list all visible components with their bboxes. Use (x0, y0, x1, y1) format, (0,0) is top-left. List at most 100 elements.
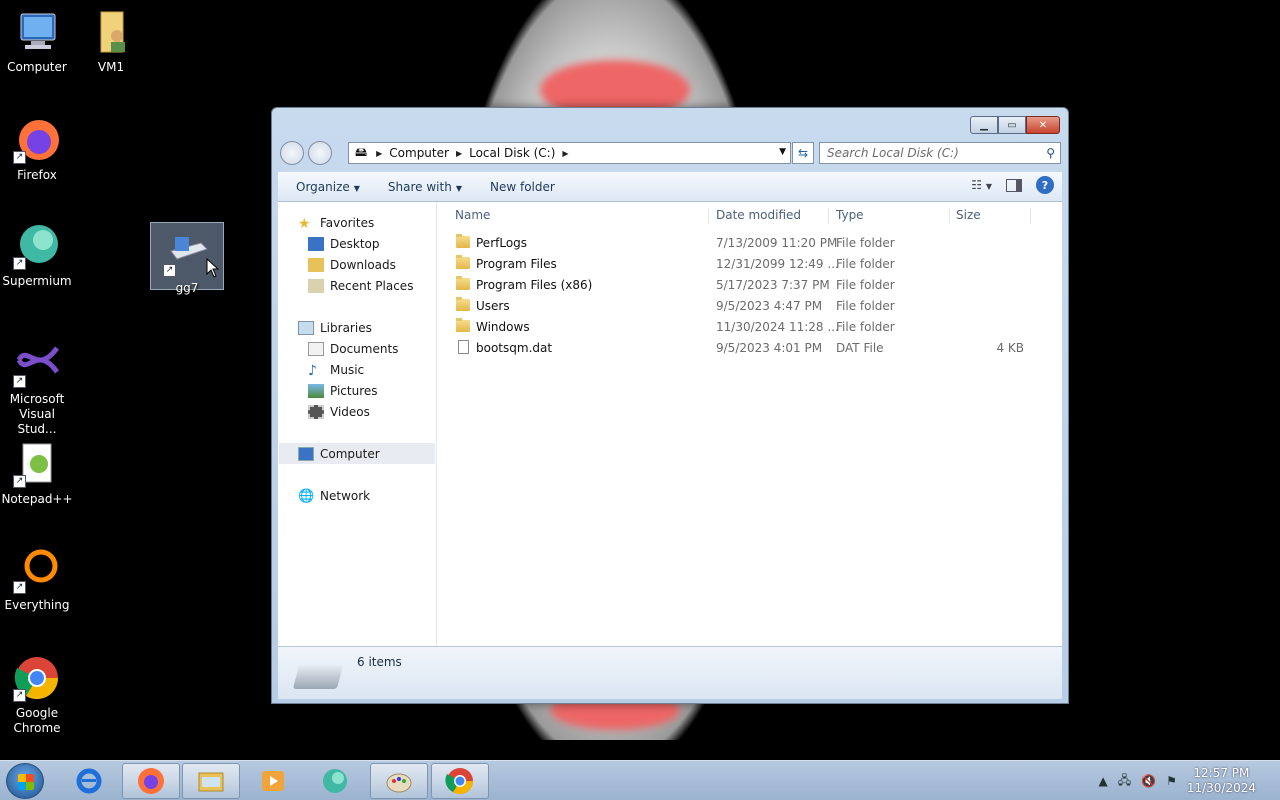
show-hidden-icons-icon[interactable]: ▲ (1098, 774, 1107, 788)
nav-desktop[interactable]: Desktop (308, 233, 380, 254)
nav-videos[interactable]: Videos (308, 401, 370, 422)
organize-button[interactable]: Organize ▼ (278, 180, 374, 194)
nav-network[interactable]: 🌐 Network (298, 485, 370, 506)
folder-icon (456, 255, 470, 269)
visual-studio-icon: ↗ (13, 340, 61, 388)
folder-icon (456, 234, 470, 248)
back-button[interactable] (280, 141, 304, 165)
action-center-flag-icon[interactable]: ⚑ (1166, 774, 1177, 788)
file-row[interactable]: Users 9/5/2023 4:47 PM File folder (437, 296, 1062, 317)
desktop-icon-chrome[interactable]: ↗ Google Chrome (0, 654, 74, 736)
desktop-icon-gg7[interactable]: ↗ gg7 (150, 222, 224, 295)
taskbar-media-player[interactable] (244, 763, 302, 799)
file-type: DAT File (836, 341, 884, 355)
clock-time: 12:57 PM (1193, 766, 1250, 780)
nav-downloads[interactable]: Downloads (308, 254, 396, 275)
column-header-type[interactable]: Type (836, 204, 864, 226)
drive-shortcut-icon: ↗ (163, 229, 211, 277)
desktop-icon (308, 236, 324, 251)
breadcrumb-computer[interactable]: Computer (385, 146, 453, 160)
libraries-icon (298, 320, 314, 335)
everything-icon: ↗ (13, 546, 61, 594)
share-with-button[interactable]: Share with ▼ (374, 180, 476, 194)
taskbar-supermium[interactable] (306, 763, 364, 799)
documents-icon (308, 341, 324, 356)
navigation-pane: ★ Favorites Desktop Downloads Recent Plac… (278, 202, 437, 646)
file-row[interactable]: Program Files 12/31/2099 12:49 ... File fo… (437, 254, 1062, 275)
search-icon[interactable]: ⚲ (1046, 146, 1055, 160)
nav-documents[interactable]: Documents (308, 338, 398, 359)
file-row[interactable]: bootsqm.dat 9/5/2023 4:01 PM DAT File 4 KB (437, 338, 1062, 359)
address-dropdown-icon[interactable]: ▼ (779, 147, 786, 157)
network-tray-icon[interactable]: 🖧 (1118, 771, 1131, 792)
shortcut-arrow-icon: ↗ (13, 151, 26, 164)
videos-icon (308, 404, 324, 419)
nav-pictures[interactable]: Pictures (308, 380, 378, 401)
desktop-icon-firefox[interactable]: ↗ Firefox (0, 116, 74, 183)
taskbar-firefox[interactable] (122, 763, 180, 799)
desktop-icon-label: Google Chrome (13, 706, 61, 735)
media-player-icon (262, 771, 284, 791)
breadcrumb-chevron-icon[interactable]: ▶ (559, 149, 571, 158)
notepadpp-icon: ↗ (13, 440, 61, 488)
file-name: Windows (476, 320, 530, 334)
nav-computer[interactable]: Computer (298, 443, 380, 464)
star-icon: ★ (298, 215, 311, 232)
file-row[interactable]: Windows 11/30/2024 11:28 ... File folder (437, 317, 1062, 338)
help-icon[interactable]: ? (1036, 176, 1054, 194)
item-count: 6 items (357, 655, 402, 669)
file-name: Users (476, 299, 510, 313)
new-folder-button[interactable]: New folder (476, 180, 569, 194)
file-date-modified: 11/30/2024 11:28 ... (716, 320, 839, 334)
downloads-icon (308, 257, 324, 272)
minimize-button[interactable]: ▁ (970, 116, 998, 134)
taskbar-internet-explorer[interactable] (60, 763, 118, 799)
taskbar-chrome[interactable] (431, 763, 489, 799)
file-row[interactable]: PerfLogs 7/13/2009 11:20 PM File folder (437, 233, 1062, 254)
breadcrumb-chevron-icon[interactable]: ▶ (453, 149, 465, 158)
start-button[interactable] (6, 763, 44, 799)
taskbar-paint[interactable] (370, 763, 428, 799)
computer-icon (298, 446, 314, 461)
column-header-size[interactable]: Size (956, 204, 981, 226)
volume-muted-icon[interactable]: 🔇 (1141, 774, 1156, 788)
breadcrumb-local-disk[interactable]: Local Disk (C:) (465, 146, 559, 160)
file-date-modified: 5/17/2023 7:37 PM (716, 278, 830, 292)
file-row[interactable]: Program Files (x86) 5/17/2023 7:37 PM File… (437, 275, 1062, 296)
desktop-icon-label: Microsoft Visual Stud... (9, 392, 65, 436)
address-bar[interactable]: 🖴 ▶ Computer ▶ Local Disk (C:) ▶ ▼ (348, 142, 791, 164)
desktop-icon-supermium[interactable]: ↗ Supermium (0, 222, 74, 289)
file-type: File folder (836, 278, 895, 292)
column-header-date-modified[interactable]: Date modified (716, 204, 801, 226)
nav-music[interactable]: ♪ Music (308, 359, 364, 380)
close-button[interactable]: ✕ (1026, 116, 1060, 134)
view-options-icon[interactable]: ☷ ▼ (971, 178, 992, 192)
desktop-icon-everything[interactable]: ↗ Everything (0, 546, 74, 613)
nav-libraries[interactable]: Libraries (298, 317, 372, 338)
computer-icon (13, 8, 61, 56)
search-input[interactable]: Search Local Disk (C:) ⚲ (819, 142, 1061, 164)
desktop-icon-visual-studio[interactable]: ↗ Microsoft Visual Stud... (0, 340, 74, 437)
file-date-modified: 9/5/2023 4:01 PM (716, 341, 823, 355)
maximize-button[interactable]: ▭ (998, 116, 1026, 134)
taskbar-explorer[interactable] (182, 763, 240, 799)
refresh-button[interactable]: ⇆ (792, 142, 814, 164)
shortcut-arrow-icon: ↗ (13, 475, 26, 488)
preview-pane-icon[interactable] (1006, 178, 1022, 192)
folder-icon (456, 297, 470, 311)
shortcut-arrow-icon: ↗ (13, 375, 26, 388)
desktop-icon-computer[interactable]: Computer (0, 8, 74, 75)
breadcrumb-chevron-icon: ▶ (376, 148, 383, 158)
desktop-icon-vm1[interactable]: VM1 (74, 8, 148, 75)
nav-recent-places[interactable]: Recent Places (308, 275, 413, 296)
taskbar: ▲ 🖧 🔇 ⚑ 12:57 PM 11/30/2024 (0, 760, 1280, 800)
forward-button[interactable] (308, 141, 332, 165)
column-header-name[interactable]: Name (455, 204, 490, 226)
nav-favorites[interactable]: ★ Favorites (298, 212, 374, 233)
file-icon (458, 340, 469, 354)
explorer-body: ★ Favorites Desktop Downloads Recent Plac… (278, 202, 1062, 646)
file-name: Program Files (476, 257, 557, 271)
desktop-icon-notepadpp[interactable]: ↗ Notepad++ (0, 440, 74, 507)
windows-logo-icon (18, 774, 34, 790)
clock[interactable]: 12:57 PM 11/30/2024 (1187, 766, 1256, 796)
